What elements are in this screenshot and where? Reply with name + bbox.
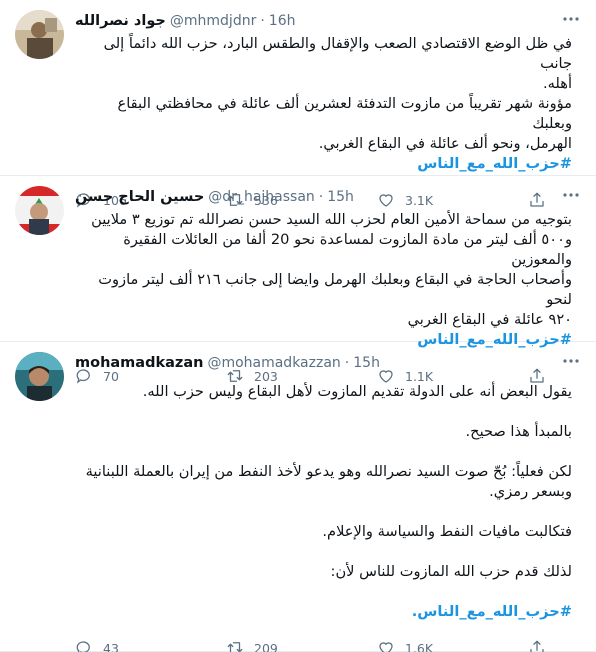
- avatar[interactable]: [15, 186, 64, 235]
- tweet-actions: 43 209 1.6K: [75, 630, 572, 652]
- reply-count: 43: [103, 640, 119, 652]
- author-handle[interactable]: @mohamadkazzan: [207, 355, 340, 371]
- author-handle[interactable]: @dr_hajhassan: [208, 189, 314, 205]
- heart-icon: [377, 639, 395, 652]
- reply-button[interactable]: 43: [75, 639, 175, 652]
- author-name[interactable]: حسين الحاج حسن: [75, 189, 204, 205]
- retweet-count: 209: [254, 640, 278, 652]
- hashtag-link[interactable]: #حزب_الله_مع_الناس: [417, 155, 572, 172]
- more-icon[interactable]: [560, 186, 582, 204]
- author-name[interactable]: جواد نصرالله: [75, 13, 166, 29]
- author-name[interactable]: mohamadkazan: [75, 355, 203, 371]
- share-icon: [528, 639, 546, 652]
- author-handle[interactable]: @mhmdjdnr: [170, 13, 256, 29]
- avatar[interactable]: [15, 10, 64, 59]
- hashtag-link[interactable]: #حزب_الله_مع_الناس.: [412, 603, 572, 620]
- reply-icon: [75, 639, 93, 652]
- separator-dot: ·: [318, 189, 324, 205]
- tweet-line: وبسعر رمزي.: [489, 483, 572, 500]
- tweet-line: الهرمل، ونحو ألف عائلة في البقاع الغربي.: [318, 135, 572, 152]
- share-button[interactable]: [528, 639, 552, 652]
- retweet-icon: [226, 639, 244, 652]
- tweet[interactable]: جواد نصرالله @mhmdjdnr · 16h في ظل الوضع…: [0, 0, 596, 208]
- tweet-text: في ظل الوضع الاقتصادي الصعب والإقفال وال…: [75, 34, 572, 174]
- timestamp[interactable]: 15h: [327, 189, 354, 205]
- tweet-line: ٩٢٠ عائلة في البقاع الغربي: [407, 311, 572, 328]
- separator-dot: ·: [260, 13, 265, 29]
- more-icon[interactable]: [560, 10, 582, 28]
- timestamp[interactable]: 15h: [353, 355, 380, 371]
- tweet-line: بالمبدأ هذا صحيح.: [465, 423, 572, 440]
- tweet-line: يقول البعض أنه على الدولة تقديم المازوت …: [142, 383, 572, 400]
- tweet-text: يقول البعض أنه على الدولة تقديم المازوت …: [75, 382, 572, 622]
- tweet-line: وأصحاب الحاجة في البقاع وبعلبك الهرمل وا…: [98, 271, 572, 308]
- more-icon[interactable]: [560, 352, 582, 370]
- tweet-line: أهله.: [542, 75, 572, 92]
- retweet-button[interactable]: 209: [226, 639, 326, 652]
- tweet-line: في ظل الوضع الاقتصادي الصعب والإقفال وال…: [103, 35, 572, 72]
- like-count: 1.6K: [405, 640, 434, 652]
- tweet[interactable]: mohamadkazan @mohamadkazzan · 15h يقول ا…: [0, 342, 596, 652]
- tweet-line: بتوجيه من سماحة الأمين العام لحزب الله ا…: [91, 211, 572, 228]
- tweet-line: لكن فعلياً: بُحّ صوت السيد نصرالله وهو ي…: [85, 463, 572, 480]
- timestamp[interactable]: 16h: [269, 13, 296, 29]
- tweet-text: بتوجيه من سماحة الأمين العام لحزب الله ا…: [75, 210, 572, 350]
- separator-dot: ·: [344, 355, 350, 371]
- tweet-header: حسين الحاج حسن @dr_hajhassan · 15h: [75, 186, 572, 208]
- tweet-line: فتكالبت مافيات النفط والسياسة والإعلام.: [322, 523, 572, 540]
- avatar[interactable]: [15, 352, 64, 401]
- tweet-header: mohamadkazan @mohamadkazzan · 15h: [75, 352, 572, 374]
- tweet-line: و٥٠٠ ألف ليتر من مادة المازوت لمساعدة نح…: [123, 231, 572, 268]
- tweet[interactable]: حسين الحاج حسن @dr_hajhassan · 15h بتوجي…: [0, 176, 596, 384]
- tweet-header: جواد نصرالله @mhmdjdnr · 16h: [75, 10, 572, 32]
- tweet-line: مؤونة شهر تقريباً من مازوت التدفئة لعشري…: [117, 95, 572, 132]
- like-button[interactable]: 1.6K: [377, 639, 477, 652]
- tweet-line: لذلك قدم حزب الله المازوت للناس لأن:: [330, 563, 572, 580]
